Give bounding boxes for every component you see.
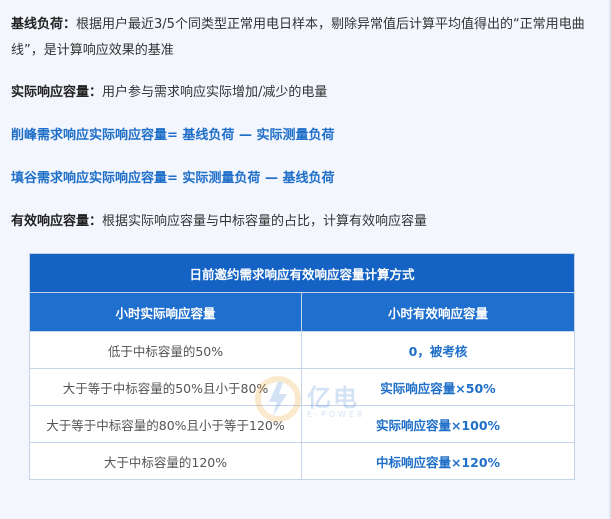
condition-cell: 低于中标容量的50% xyxy=(29,331,302,369)
baseline-paragraph: 基线负荷：根据用户最近3/5个同类型正常用电日样本，剔除异常值后计算平均值得出的… xyxy=(11,12,596,64)
actual-capacity-term: 实际响应容量： xyxy=(11,85,103,100)
table-row: 大于等于中标容量的80%且小于等于120% 实际响应容量×100% xyxy=(29,405,576,443)
table-title: 日前邀约需求响应有效响应容量计算方式 xyxy=(28,253,576,293)
peak-shaving-formula: 削峰需求响应实际响应容量= 基线负荷 — 实际测量负荷 xyxy=(11,128,335,143)
header-effective-capacity: 小时有效响应容量 xyxy=(300,292,576,332)
actual-capacity-paragraph: 实际响应容量：用户参与需求响应实际增加/减少的电量 xyxy=(11,80,327,106)
effective-capacity-paragraph: 有效响应容量：根据实际响应容量与中标容量的占比，计算有效响应容量 xyxy=(11,209,427,235)
valley-filling-formula: 填谷需求响应实际响应容量= 实际测量负荷 — 基线负荷 xyxy=(11,171,335,186)
table-row: 低于中标容量的50% 0，被考核 xyxy=(29,331,576,369)
result-cell: 中标响应容量×120% xyxy=(300,442,576,480)
actual-capacity-definition: 用户参与需求响应实际增加/减少的电量 xyxy=(102,85,328,100)
condition-cell: 大于中标容量的120% xyxy=(29,442,302,480)
baseline-definition: 根据用户最近3/5个同类型正常用电日样本，剔除异常值后计算平均值得出的“正常用电… xyxy=(11,17,585,58)
table-title-row: 日前邀约需求响应有效响应容量计算方式 xyxy=(28,253,576,293)
table-header-row: 小时实际响应容量 小时有效响应容量 xyxy=(29,292,576,332)
condition-cell: 大于等于中标容量的50%且小于80% xyxy=(29,368,302,406)
baseline-term: 基线负荷： xyxy=(11,17,77,32)
condition-cell: 大于等于中标容量的80%且小于等于120% xyxy=(29,405,302,443)
effective-capacity-definition: 根据实际响应容量与中标容量的占比，计算有效响应容量 xyxy=(102,214,428,229)
capacity-calculation-table: 日前邀约需求响应有效响应容量计算方式 小时实际响应容量 小时有效响应容量 低于中… xyxy=(28,253,576,480)
header-actual-capacity: 小时实际响应容量 xyxy=(29,292,302,332)
result-cell: 实际响应容量×50% xyxy=(300,368,576,406)
table-row: 大于中标容量的120% 中标响应容量×120% xyxy=(29,442,576,480)
effective-capacity-term: 有效响应容量： xyxy=(11,214,103,229)
table-row: 大于等于中标容量的50%且小于80% 实际响应容量×50% xyxy=(29,368,576,406)
result-cell: 0，被考核 xyxy=(300,331,576,369)
result-cell: 实际响应容量×100% xyxy=(300,405,576,443)
